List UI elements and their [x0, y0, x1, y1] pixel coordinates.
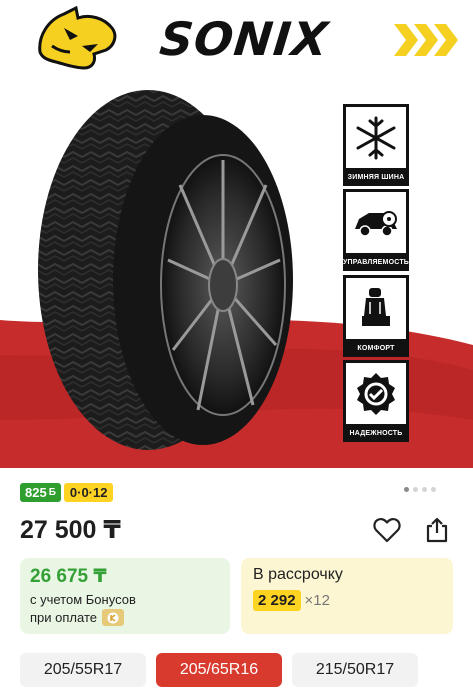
- kaspi-icon: [101, 609, 124, 626]
- carousel-dot[interactable]: [422, 487, 427, 492]
- size-selector: 205/55R17 205/65R16 215/50R17: [20, 653, 418, 687]
- installment-badge: 0·0·12: [63, 483, 114, 502]
- feature-reliability: НАДЕЖНОСТЬ: [343, 360, 409, 442]
- carousel-dot[interactable]: [413, 487, 418, 492]
- carousel-dot[interactable]: [404, 487, 409, 492]
- bonus-price-amount: 26 675 ₸: [30, 566, 107, 587]
- car-steering-icon: [355, 210, 397, 237]
- bonus-note-line2: при оплате: [30, 610, 97, 625]
- snowflake-icon: [356, 116, 396, 159]
- bonus-badge: 825 Б: [20, 483, 61, 502]
- reliability-badge-icon: [357, 372, 395, 415]
- installment-row: 2 292 ×12: [253, 590, 441, 611]
- installment-payment: 2 292: [253, 590, 301, 611]
- feature-label: НАДЕЖНОСТЬ: [343, 424, 409, 442]
- feature-label: УПРАВЛЯЕМОСТЬ: [343, 253, 409, 271]
- carousel-dots[interactable]: [404, 487, 436, 492]
- share-button[interactable]: [421, 514, 453, 546]
- promo-badges: 825 Б 0·0·12: [20, 483, 114, 502]
- feature-winter: ЗИМНЯЯ ШИНА: [343, 104, 409, 186]
- brand-logo: SONIX: [34, 5, 458, 72]
- carousel-dot[interactable]: [431, 487, 436, 492]
- bonus-badge-symbol: Б: [48, 487, 56, 498]
- bonus-price-card[interactable]: 26 675 ₸ с учетом Бонусов при оплате: [20, 558, 230, 634]
- bear-head-icon: [38, 5, 117, 70]
- size-option[interactable]: 205/55R17: [20, 653, 146, 687]
- tire-image: [38, 90, 293, 450]
- feature-comfort: КОМФОРТ: [343, 275, 409, 357]
- installment-title: В рассрочку: [253, 566, 343, 583]
- bonus-note-line1: с учетом Бонусов: [30, 592, 136, 607]
- brand-name: SONIX: [157, 12, 332, 66]
- size-option[interactable]: 215/50R17: [292, 653, 418, 687]
- feature-handling: УПРАВЛЯЕМОСТЬ: [343, 189, 409, 271]
- bonus-badge-value: 825: [25, 485, 47, 500]
- bonus-payment-method: при оплате: [30, 609, 220, 626]
- chevrons-icon: [394, 24, 458, 56]
- favorite-button[interactable]: [371, 514, 403, 546]
- heart-icon: [373, 517, 401, 543]
- product-price: 27 500 ₸: [20, 516, 121, 544]
- feature-label: ЗИМНЯЯ ШИНА: [343, 168, 409, 186]
- size-option-selected[interactable]: 205/65R16: [156, 653, 282, 687]
- feature-label: КОМФОРТ: [343, 339, 409, 357]
- installment-card[interactable]: В рассрочку 2 292 ×12: [241, 558, 453, 634]
- car-seat-icon: [362, 287, 390, 326]
- share-icon: [426, 517, 448, 543]
- product-image-carousel[interactable]: SONIX ЗИМНЯЯ ШИНА УПРАВЛЯЕМОСТЬ КОМФОРТ …: [0, 0, 473, 468]
- bonus-price-note: с учетом Бонусов: [30, 592, 220, 607]
- installment-multiplier: ×12: [304, 592, 330, 609]
